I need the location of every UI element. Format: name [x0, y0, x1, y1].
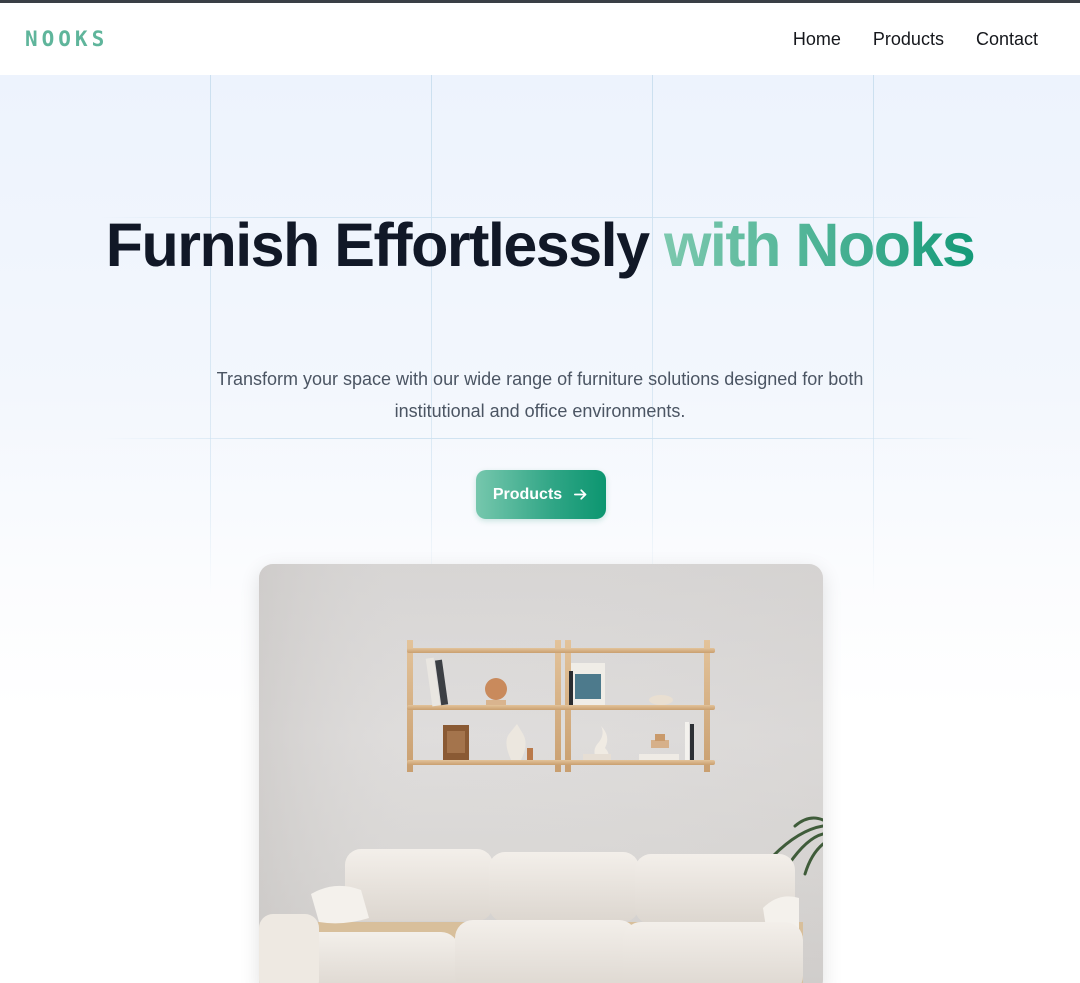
products-cta-button[interactable]: Products: [476, 470, 606, 519]
grid-line: [210, 75, 211, 595]
hero-section: Furnish Effortlessly with Nooks Transfor…: [0, 75, 1080, 983]
products-cta-label: Products: [492, 485, 563, 503]
nav-products-link[interactable]: Products: [873, 29, 944, 50]
nav-home-link[interactable]: Home: [793, 29, 841, 50]
grid-line: [431, 75, 432, 595]
grid-line: [873, 75, 874, 595]
nav-contact-link[interactable]: Contact: [976, 29, 1038, 50]
main-nav: Home Products Contact: [793, 29, 1038, 50]
hero-image: [259, 564, 823, 983]
brand-logo[interactable]: NOOKS: [25, 27, 108, 51]
site-header: NOOKS Home Products Contact: [0, 3, 1080, 75]
arrow-right-icon: [574, 489, 587, 500]
hero-title-accent: with Nooks: [663, 211, 976, 279]
grid-line: [100, 438, 980, 439]
hero-title: Furnish Effortlessly with Nooks: [0, 215, 1080, 276]
living-room-illustration: [259, 564, 823, 983]
grid-line: [652, 75, 653, 595]
hero-title-main: Furnish Effortlessly: [105, 211, 664, 279]
hero-subtitle: Transform your space with our wide range…: [216, 369, 864, 421]
